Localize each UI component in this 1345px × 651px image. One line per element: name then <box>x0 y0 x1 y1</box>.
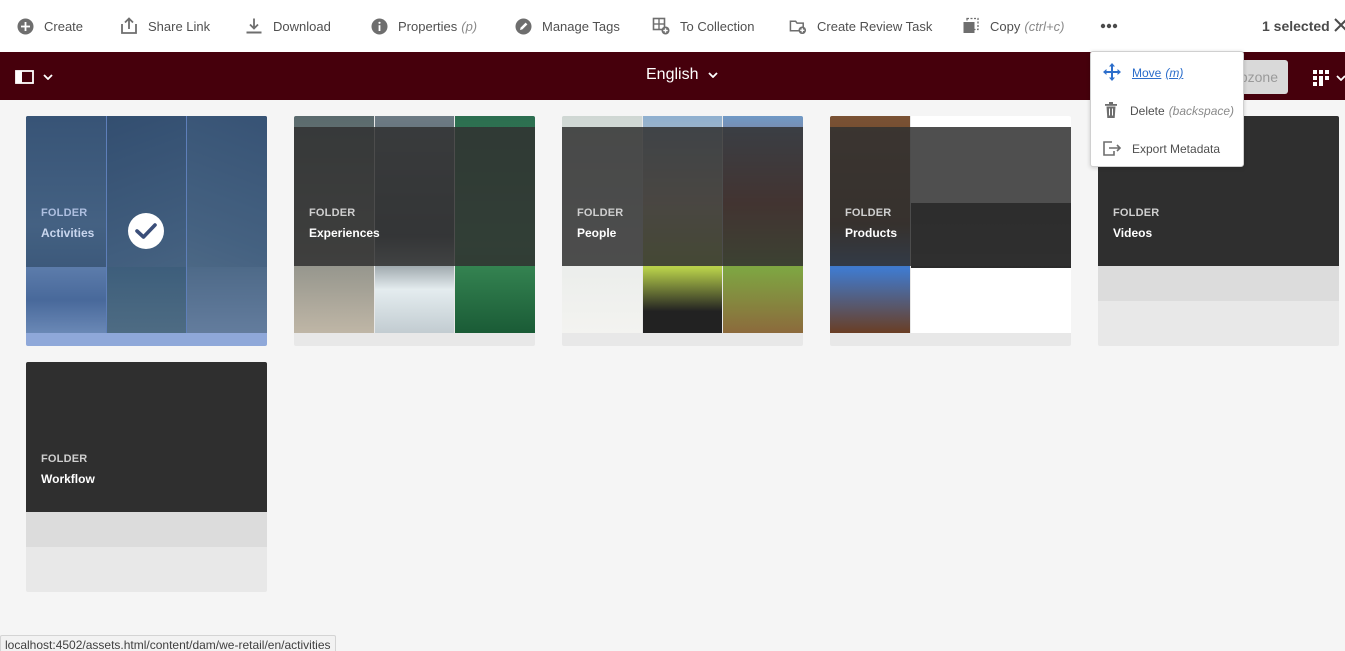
view-switcher-button[interactable] <box>1312 69 1345 87</box>
page-title[interactable]: English <box>646 66 719 84</box>
status-url-bar: localhost:4502/assets.html/content/dam/w… <box>0 635 336 651</box>
folder-thumbnail <box>294 116 535 333</box>
create-review-task-label: Create Review Task <box>817 18 933 34</box>
folder-thumbnail <box>562 116 803 333</box>
move-shortcut: (m) <box>1165 66 1184 80</box>
folder-name: Workflow <box>41 472 95 486</box>
collection-add-icon <box>652 17 670 35</box>
move-icon <box>1102 62 1122 85</box>
folder-overlay <box>294 127 535 266</box>
more-actions-menu: Move (m) Delete (backspace) Export Metadat… <box>1090 51 1244 167</box>
export-icon <box>1102 139 1122 160</box>
to-collection-label: To Collection <box>680 18 755 34</box>
share-icon <box>120 17 138 35</box>
folder-type-label: FOLDER <box>41 207 88 219</box>
folder-band <box>26 512 267 547</box>
menu-item-delete[interactable]: Delete (backspace) <box>1091 93 1243 129</box>
folder-thumbnail <box>830 116 1071 333</box>
folder-name: Activities <box>41 226 95 240</box>
menu-item-export-metadata[interactable]: Export Metadata <box>1091 131 1243 167</box>
create-review-task-button[interactable]: Create Review Task <box>789 0 932 52</box>
folder-type-label: FOLDER <box>309 207 356 219</box>
menu-item-label: Delete (backspace) <box>1130 104 1234 118</box>
selected-count: 1 selected <box>1262 18 1330 34</box>
properties-shortcut: (p) <box>461 18 478 34</box>
copy-label: Copy (ctrl+c) <box>990 19 1064 34</box>
delete-label: Delete <box>1130 104 1165 118</box>
sidebar-icon <box>15 70 34 84</box>
action-bar: Create Share Link Download Properties (p)… <box>0 0 1345 52</box>
copy-button[interactable]: Copy (ctrl+c) <box>962 0 1064 52</box>
create-label: Create <box>44 18 84 34</box>
menu-item-move[interactable]: Move (m) <box>1091 55 1243 91</box>
folder-overlay <box>830 127 1071 266</box>
card-view-icon <box>1313 70 1329 86</box>
more-actions-button[interactable] <box>1100 16 1118 36</box>
folder-name: People <box>577 226 617 240</box>
chevron-down-icon <box>708 72 719 78</box>
properties-label: Properties (p) <box>398 19 477 34</box>
trash-icon <box>1102 101 1120 122</box>
ellipsis-icon <box>1100 23 1118 29</box>
folder-type-label: FOLDER <box>41 453 88 465</box>
copy-icon <box>962 17 980 35</box>
folder-card-workflow[interactable]: FOLDER Workflow <box>26 362 267 592</box>
close-icon <box>1334 18 1345 32</box>
close-selection-button[interactable] <box>1333 17 1345 33</box>
pencil-circle-icon <box>514 17 532 35</box>
folder-card-experiences[interactable]: FOLDER Experiences <box>294 116 535 346</box>
folder-name: Videos <box>1113 226 1153 240</box>
properties-button[interactable]: Properties (p) <box>370 0 477 52</box>
export-metadata-label: Export Metadata <box>1132 142 1221 156</box>
folder-name: Experiences <box>309 226 380 240</box>
folder-overlay <box>562 127 803 266</box>
manage-tags-button[interactable]: Manage Tags <box>514 0 620 52</box>
menu-item-label: Move (m) <box>1132 66 1183 80</box>
plus-circle-icon <box>16 17 34 35</box>
folder-type-label: FOLDER <box>577 207 624 219</box>
folder-card-products[interactable]: FOLDER Products <box>830 116 1071 346</box>
folder-type-label: FOLDER <box>845 207 892 219</box>
folder-card-activities[interactable]: FOLDER Activities <box>26 116 267 346</box>
folder-type-label: FOLDER <box>1113 207 1160 219</box>
folder-add-icon <box>789 17 807 35</box>
folder-name: Products <box>845 226 898 240</box>
info-icon <box>370 17 388 35</box>
selected-check-icon[interactable] <box>128 213 164 249</box>
chevron-down-icon <box>1336 75 1345 81</box>
rail-toggle-button[interactable] <box>15 69 55 85</box>
download-button[interactable]: Download <box>245 0 331 52</box>
folder-band <box>1098 266 1339 301</box>
download-label: Download <box>273 18 331 34</box>
folder-thumbnail <box>26 362 267 512</box>
manage-tags-label: Manage Tags <box>542 18 620 34</box>
share-link-label: Share Link <box>148 18 211 34</box>
move-label: Move <box>1132 66 1162 80</box>
download-icon <box>245 17 263 35</box>
copy-shortcut: (ctrl+c) <box>1024 18 1065 34</box>
copy-text: Copy <box>990 18 1021 34</box>
properties-text: Properties <box>398 18 458 34</box>
chevron-down-icon <box>43 74 53 80</box>
create-button[interactable]: Create <box>16 0 83 52</box>
delete-shortcut: (backspace) <box>1168 104 1235 118</box>
folder-card-people[interactable]: FOLDER People <box>562 116 803 346</box>
page-title-text: English <box>646 66 699 83</box>
share-link-button[interactable]: Share Link <box>120 0 210 52</box>
to-collection-button[interactable]: To Collection <box>652 0 754 52</box>
